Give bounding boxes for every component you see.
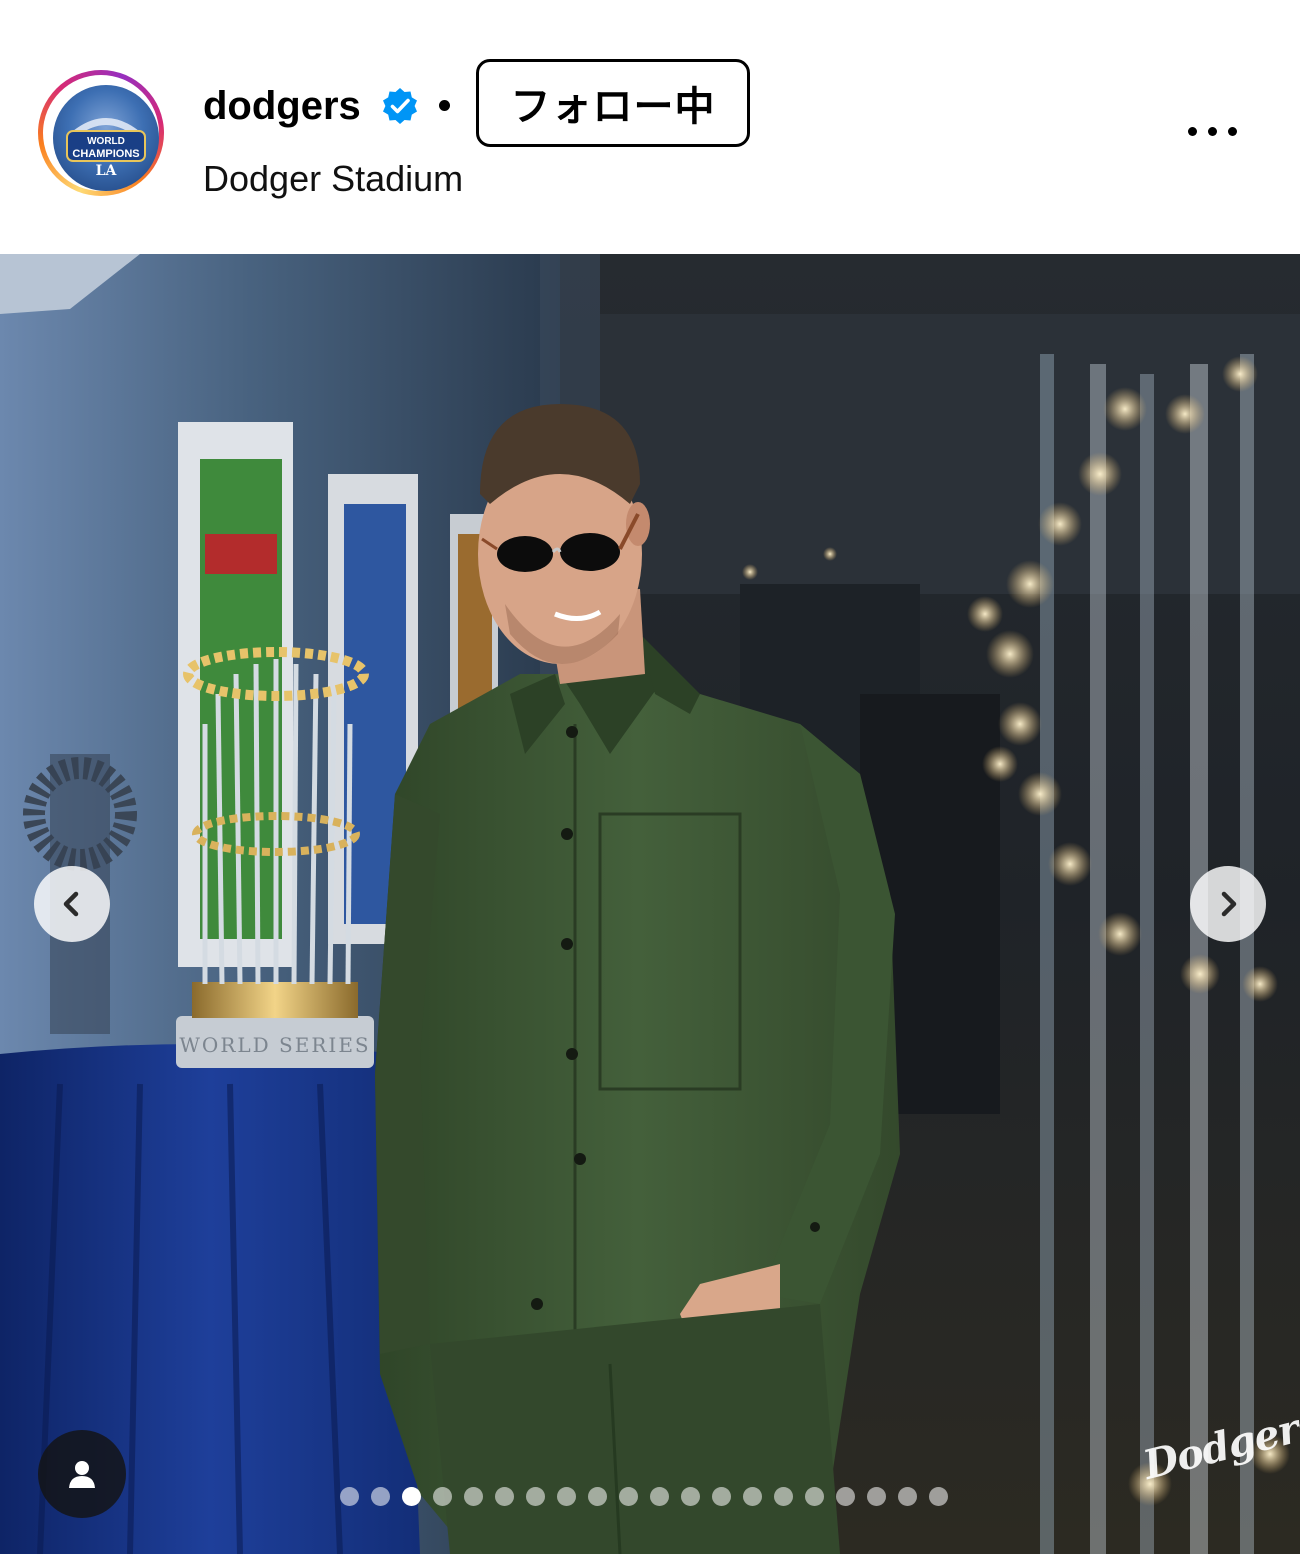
carousel-dot — [526, 1487, 545, 1506]
carousel-dot — [867, 1487, 886, 1506]
verified-badge-icon — [383, 88, 417, 124]
location-link[interactable]: Dodger Stadium — [203, 157, 463, 201]
carousel-dot — [805, 1487, 824, 1506]
more-horizontal-icon[interactable] — [1184, 118, 1240, 146]
post-photo[interactable]: WORLD SERIES Dodgers — [0, 254, 1300, 1554]
carousel-dot — [464, 1487, 483, 1506]
carousel-dot-active — [402, 1487, 421, 1506]
carousel-dot — [712, 1487, 731, 1506]
carousel-dot — [588, 1487, 607, 1506]
previous-slide-button[interactable] — [34, 866, 110, 942]
carousel-dot — [650, 1487, 669, 1506]
tagged-people-button[interactable] — [38, 1430, 126, 1518]
chevron-left-icon — [63, 891, 79, 917]
post-header: WORLD CHAMPIONS LA dodgers フォロー中 Dodger … — [0, 0, 1300, 254]
separator-dot — [439, 100, 450, 111]
avatar[interactable]: WORLD CHAMPIONS LA — [53, 85, 159, 191]
chevron-right-icon — [1221, 891, 1237, 917]
svg-text:LA: LA — [96, 163, 118, 179]
world-champions-logo: WORLD CHAMPIONS LA — [66, 118, 146, 179]
carousel-dot — [371, 1487, 390, 1506]
following-button[interactable]: フォロー中 — [476, 59, 750, 147]
carousel-dot — [340, 1487, 359, 1506]
next-slide-button[interactable] — [1190, 866, 1266, 942]
carousel-dot — [929, 1487, 948, 1506]
carousel-dot — [898, 1487, 917, 1506]
carousel-dot — [495, 1487, 514, 1506]
carousel-indicator — [340, 1487, 948, 1507]
photo-scene: WORLD SERIES — [0, 254, 1300, 1554]
svg-text:CHAMPIONS: CHAMPIONS — [72, 148, 139, 160]
carousel-dot — [774, 1487, 793, 1506]
svg-text:WORLD: WORLD — [87, 136, 125, 147]
carousel-dot — [557, 1487, 576, 1506]
avatar-story-ring[interactable]: WORLD CHAMPIONS LA — [38, 70, 164, 196]
carousel-dot — [619, 1487, 638, 1506]
svg-text:WORLD SERIES: WORLD SERIES — [179, 1033, 370, 1057]
username[interactable]: dodgers — [203, 82, 361, 130]
carousel-dot — [836, 1487, 855, 1506]
person-tag-icon — [69, 1461, 95, 1488]
carousel-dot — [433, 1487, 452, 1506]
carousel-dot — [743, 1487, 762, 1506]
carousel-dot — [681, 1487, 700, 1506]
